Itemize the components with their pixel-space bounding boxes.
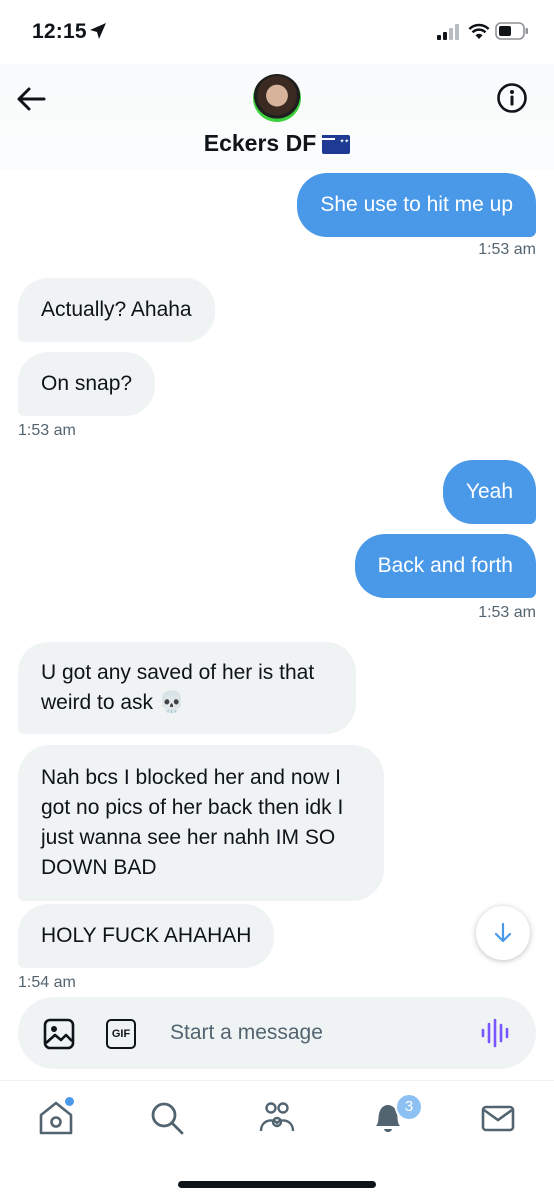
message-input[interactable] [170,1016,450,1050]
home-indicator [178,1181,376,1188]
message-bubble-received[interactable]: On snap? [18,352,156,416]
scroll-to-bottom-button[interactable] [476,906,530,960]
message-bubble-received[interactable]: HOLY FUCK AHAHAH [18,904,275,968]
message-timestamp: 1:54 am [18,974,76,991]
message-bubble-received[interactable]: U got any saved of her is that weird to … [18,642,356,734]
image-icon[interactable] [42,1017,76,1051]
contact-name-text: Eckers DF [203,130,317,156]
location-arrow-icon [90,23,106,39]
battery-icon [495,22,528,40]
message-bubble-sent[interactable]: Yeah [442,460,536,524]
australia-flag-icon [322,135,351,154]
status-time: 12:15 [32,20,87,43]
avatar[interactable] [253,74,301,122]
status-bar: 12:15 [0,0,554,64]
communities-icon[interactable] [257,1098,297,1138]
message-bubble-received[interactable]: Actually? Ahaha [18,278,215,342]
message-list[interactable]: She use to hit me up 1:53 am Actually? A… [0,170,554,992]
message-bubble-sent[interactable]: Back and forth [354,534,536,598]
message-timestamp: 1:53 am [18,422,76,439]
arrow-down-icon [494,922,512,943]
back-arrow-icon[interactable] [14,84,48,114]
home-new-indicator [63,1095,76,1108]
message-timestamp: 1:53 am [478,604,536,621]
messages-mail-icon[interactable] [478,1098,518,1138]
message-bubble-sent[interactable]: She use to hit me up [297,173,536,237]
message-timestamp: 1:53 am [478,241,536,258]
info-icon[interactable] [496,82,528,114]
contact-name[interactable]: Eckers DF [0,130,554,157]
gif-icon[interactable]: GIF [106,1019,136,1049]
message-bubble-received[interactable]: Nah bcs I blocked her and now I got no p… [18,745,384,901]
cellular-signal-icon [437,24,459,40]
wifi-icon [468,23,490,39]
notifications-badge: 3 [395,1093,423,1121]
voice-message-icon[interactable] [480,1018,510,1048]
search-icon[interactable] [147,1098,187,1138]
